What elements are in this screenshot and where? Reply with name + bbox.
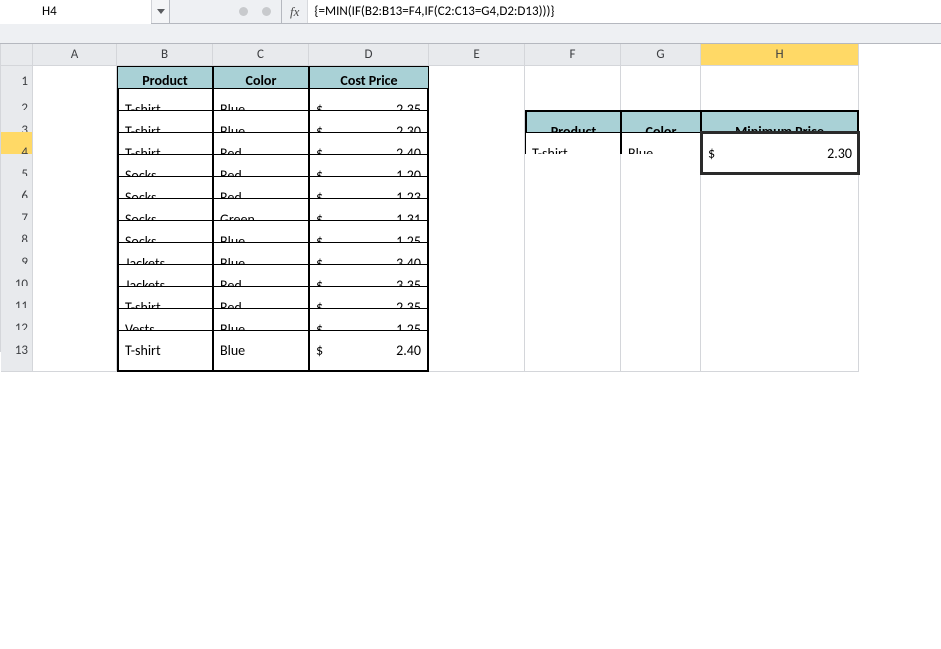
enter-icon: [262, 7, 271, 16]
insert-function-button[interactable]: fx: [282, 0, 308, 23]
name-box[interactable]: H4: [0, 0, 151, 24]
empty-cell[interactable]: [33, 330, 117, 372]
empty-cell[interactable]: [525, 330, 621, 372]
col-head-D[interactable]: D: [309, 44, 429, 66]
cost-cell[interactable]: $2.40: [309, 330, 429, 372]
col-head-H[interactable]: H: [701, 44, 859, 66]
col-head-B[interactable]: B: [117, 44, 213, 66]
currency-symbol: $: [316, 342, 323, 359]
empty-cell[interactable]: [621, 330, 701, 372]
formula-bar-spacer: [0, 24, 941, 44]
col-head-E[interactable]: E: [429, 44, 525, 66]
currency-value: 2.40: [396, 342, 421, 359]
currency-symbol: $: [708, 145, 715, 162]
col-head-F[interactable]: F: [525, 44, 621, 66]
worksheet-grid[interactable]: ABCDEFGH1ProductColorCost Price2T-shirtB…: [0, 44, 941, 352]
empty-cell[interactable]: [701, 330, 859, 372]
formula-input[interactable]: {=MIN(IF(B2:B13=F4,IF(C2:C13=G4,D2:D13))…: [308, 0, 941, 23]
col-head-A[interactable]: A: [33, 44, 117, 66]
cancel-icon: [239, 7, 248, 16]
formula-bar: H4 fx {=MIN(IF(B2:B13=F4,IF(C2:C13=G4,D2…: [0, 0, 941, 24]
currency-value: 2.30: [827, 145, 852, 162]
name-box-wrap: H4: [0, 0, 170, 23]
lookup-min-cell[interactable]: $2.30: [701, 132, 859, 174]
chevron-down-icon: [157, 9, 165, 14]
col-head-G[interactable]: G: [621, 44, 701, 66]
empty-cell[interactable]: [429, 330, 525, 372]
select-all-corner[interactable]: [1, 44, 33, 66]
row-head-13[interactable]: 13: [1, 330, 33, 372]
color-cell[interactable]: Blue: [213, 330, 309, 372]
formula-bar-buttons: [170, 0, 282, 23]
name-box-dropdown[interactable]: [151, 0, 169, 23]
product-cell[interactable]: T-shirt: [117, 330, 213, 372]
col-head-C[interactable]: C: [213, 44, 309, 66]
